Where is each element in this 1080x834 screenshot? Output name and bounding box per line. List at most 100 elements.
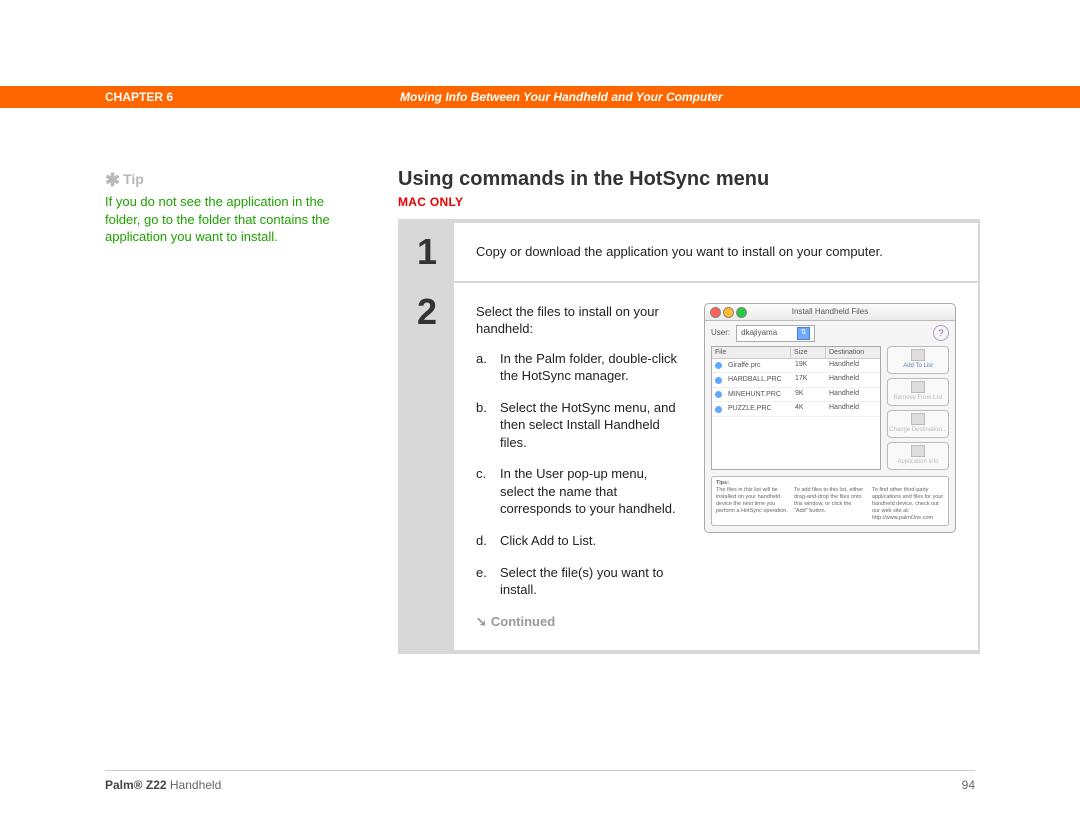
file-name: PUZZLE.PRC xyxy=(725,403,759,414)
file-dest: Handheld xyxy=(826,402,880,415)
button-label: Change Destination... xyxy=(889,426,947,434)
list-item: d. Click Add to List. xyxy=(476,532,684,550)
list-item: c.In the User pop-up menu, select the na… xyxy=(476,465,684,518)
list-text: Click Add to List. xyxy=(500,532,596,550)
footer-divider xyxy=(105,770,975,771)
file-name: Giraffe.prc xyxy=(725,360,759,371)
col-size[interactable]: Size xyxy=(791,347,826,358)
add-icon xyxy=(911,349,925,361)
destination-icon xyxy=(911,413,925,425)
continued-indicator: ➘ Continued xyxy=(476,613,684,631)
install-handheld-files-window: Install Handheld Files User: dkajiyama ⇅… xyxy=(704,303,956,533)
footer: Palm® Z22 Handheld 94 xyxy=(105,778,975,792)
sidebar-tip: ✱Tip If you do not see the application i… xyxy=(105,170,355,246)
file-size: 17K xyxy=(792,373,826,386)
step-number: 2 xyxy=(400,283,454,651)
tips-col: To add files to this list, either drag-a… xyxy=(794,487,866,521)
step-2-lead: Select the files to install on your hand… xyxy=(476,303,684,338)
chapter-title: Moving Info Between Your Handheld and Yo… xyxy=(400,86,723,108)
list-item: e.Select the file(s) you want to install… xyxy=(476,564,684,599)
page-number: 94 xyxy=(962,778,975,792)
table-row[interactable]: HARDBALL.PRC17KHandheld xyxy=(712,373,880,387)
chapter-label: CHAPTER 6 xyxy=(105,86,173,108)
step-1: 1 Copy or download the application you w… xyxy=(398,221,980,283)
tips-box: Tips: The files in this list will be ins… xyxy=(711,476,949,526)
file-list-empty-area xyxy=(712,417,880,463)
file-name: MINEHUNT.PRC xyxy=(725,389,759,400)
list-label: e. xyxy=(476,564,494,599)
product-bold: Palm® Z22 xyxy=(105,778,167,792)
list-item: b.Select the HotSync menu, and then sele… xyxy=(476,399,684,452)
file-size: 9K xyxy=(792,388,826,401)
list-label: b. xyxy=(476,399,494,452)
file-size: 4K xyxy=(792,402,826,415)
header-bar: CHAPTER 6 Moving Info Between Your Handh… xyxy=(0,86,1080,108)
table-row[interactable]: Giraffe.prc 19KHandheld xyxy=(712,359,880,373)
file-size: 19K xyxy=(792,359,826,372)
step-2-list: a.In the Palm folder, double-click the H… xyxy=(476,350,684,599)
list-text: Select the file(s) you want to install. xyxy=(500,564,684,599)
section-title: Using commands in the HotSync menu xyxy=(398,168,980,191)
user-row: User: dkajiyama ⇅ ? xyxy=(705,321,955,346)
step-2-content: Select the files to install on your hand… xyxy=(454,283,978,651)
continued-arrow-icon: ➘ xyxy=(476,613,487,631)
list-label: c. xyxy=(476,465,494,518)
close-icon[interactable] xyxy=(710,307,721,318)
remove-from-list-button[interactable]: Remove From List xyxy=(887,378,949,406)
dropdown-arrows-icon: ⇅ xyxy=(797,327,810,340)
file-dest: Handheld xyxy=(826,388,880,401)
product-name: Palm® Z22 Handheld xyxy=(105,778,221,792)
application-info-button[interactable]: Application Info xyxy=(887,442,949,470)
help-icon[interactable]: ? xyxy=(933,325,949,341)
window-titlebar: Install Handheld Files xyxy=(705,304,955,321)
file-icon xyxy=(715,406,722,413)
change-destination-button[interactable]: Change Destination... xyxy=(887,410,949,438)
table-row[interactable]: PUZZLE.PRC 4KHandheld xyxy=(712,402,880,416)
tip-body: If you do not see the application in the… xyxy=(105,193,355,246)
list-label: d. xyxy=(476,532,494,550)
tips-col: The files in this list will be installed… xyxy=(716,487,788,521)
step-1-content: Copy or download the application you wan… xyxy=(454,223,978,281)
list-text: In the User pop-up menu, select the name… xyxy=(500,465,684,518)
remove-icon xyxy=(911,381,925,393)
continued-text: Continued xyxy=(491,614,555,629)
main-content: Using commands in the HotSync menu MAC O… xyxy=(398,168,980,654)
user-dropdown[interactable]: dkajiyama ⇅ xyxy=(736,325,815,342)
button-label: Remove From List xyxy=(893,394,942,402)
tip-heading: ✱Tip xyxy=(105,170,355,191)
file-dest: Handheld xyxy=(826,373,880,386)
button-label: Add To List xyxy=(903,362,933,370)
window-body: File Size Destination Giraffe.prc19KHand… xyxy=(705,346,955,476)
mac-only-label: MAC ONLY xyxy=(398,195,980,209)
info-icon xyxy=(911,445,925,457)
tips-col: To find other third-party applications a… xyxy=(872,487,944,521)
product-rest: Handheld xyxy=(167,778,222,792)
list-item: a.In the Palm folder, double-click the H… xyxy=(476,350,684,385)
zoom-icon[interactable] xyxy=(736,307,747,318)
tips-title: Tips: xyxy=(716,480,944,487)
page: CHAPTER 6 Moving Info Between Your Handh… xyxy=(0,0,1080,834)
add-to-list-button[interactable]: Add To List xyxy=(887,346,949,374)
file-dest: Handheld xyxy=(826,359,880,372)
step-number: 1 xyxy=(400,223,454,281)
asterisk-icon: ✱ xyxy=(105,170,120,190)
action-buttons: Add To List Remove From List Change Dest… xyxy=(887,346,949,470)
table-row[interactable]: MINEHUNT.PRC 9KHandheld xyxy=(712,388,880,402)
list-text: Select the HotSync menu, and then select… xyxy=(500,399,684,452)
file-icon xyxy=(715,391,722,398)
window-title: Install Handheld Files xyxy=(792,307,868,316)
user-label: User: xyxy=(711,328,730,339)
col-file[interactable]: File xyxy=(712,347,791,358)
button-label: Application Info xyxy=(897,458,938,466)
col-destination[interactable]: Destination xyxy=(826,347,880,358)
file-list: File Size Destination Giraffe.prc19KHand… xyxy=(711,346,881,470)
file-list-header: File Size Destination xyxy=(712,347,880,359)
user-dropdown-value: dkajiyama xyxy=(741,328,777,339)
minimize-icon[interactable] xyxy=(723,307,734,318)
file-icon xyxy=(715,377,722,384)
file-icon xyxy=(715,362,722,369)
tip-label-text: Tip xyxy=(123,171,144,187)
list-text: In the Palm folder, double-click the Hot… xyxy=(500,350,684,385)
step-2: 2 Select the files to install on your ha… xyxy=(398,283,980,653)
steps-container: 1 Copy or download the application you w… xyxy=(398,219,980,654)
